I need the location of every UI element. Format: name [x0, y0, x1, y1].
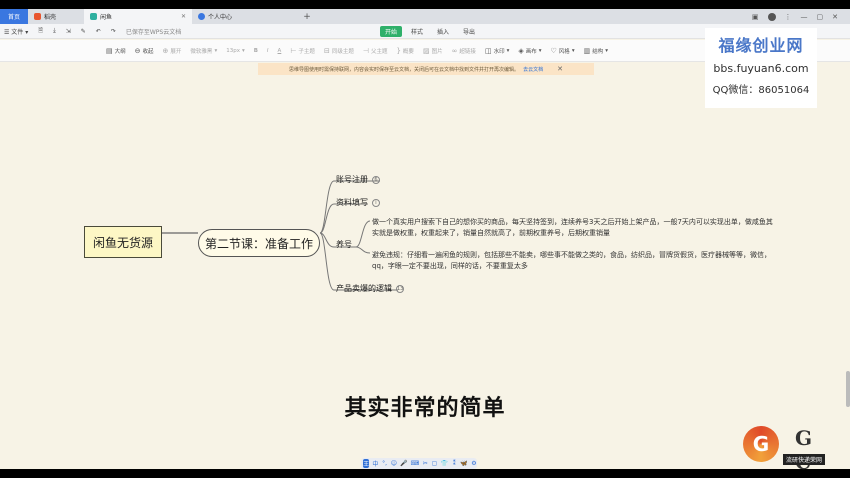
- paragraph-text: 做一个真实用户搜索下自己的想你买的商品，每天坚持签到，连续养号3天之后开始上架产…: [372, 218, 773, 237]
- branch-label: 养号: [336, 240, 352, 249]
- ime-box-icon[interactable]: ▢: [431, 460, 438, 467]
- ime-toolbar: 王 中 °, ☺ 🎤 ⌨ ✂ ▢ 👕 ⁑ 🦋 ⚙: [361, 458, 477, 469]
- child-count-badge[interactable]: 13: [396, 284, 404, 293]
- logo-tagline: 流研快递荣网: [783, 454, 826, 465]
- topic-avoid-violations[interactable]: 避免违规：仔细看一遍闲鱼的规则，包括那些不能卖，哪些事不能做之类的，食品，纺织品…: [372, 250, 776, 272]
- ime-mascot-icon[interactable]: 🦋: [460, 460, 467, 467]
- root-topic-label: 闲鱼无货源: [92, 235, 153, 250]
- root-topic[interactable]: 闲鱼无货源: [84, 226, 162, 258]
- ime-screenshot-icon[interactable]: ✂: [422, 460, 428, 467]
- branch-label: 账号注册: [336, 175, 368, 184]
- branch-account-nurture[interactable]: 养号: [336, 239, 352, 250]
- ime-skin-icon[interactable]: 👕: [441, 460, 448, 467]
- sub-topic[interactable]: 第二节课：准备工作: [198, 229, 320, 257]
- logo-letters: G C: [795, 426, 813, 474]
- ime-lang-icon[interactable]: 中: [372, 459, 378, 468]
- watermark-url: bbs.fuyuan6.com: [713, 62, 809, 75]
- ime-keyboard-icon[interactable]: ⌨: [410, 460, 419, 467]
- info-icon[interactable]: i: [372, 198, 380, 207]
- ime-grid-icon[interactable]: ⁑: [451, 460, 457, 467]
- ime-emoji-icon[interactable]: ☺: [391, 460, 397, 467]
- ime-voice-icon[interactable]: 🎤: [400, 460, 407, 467]
- ime-punct-icon[interactable]: °,: [381, 460, 387, 467]
- sub-topic-label: 第二节课：准备工作: [204, 236, 313, 251]
- topic-nurture-detail[interactable]: 做一个真实用户搜索下自己的想你买的商品，每天坚持签到，连续养号3天之后开始上架产…: [372, 217, 776, 239]
- watermark-title: 福缘创业网: [718, 36, 804, 55]
- child-count-badge[interactable]: 6: [372, 175, 380, 184]
- watermark-overlay: 福缘创业网 bbs.fuyuan6.com QQ微信：86051064: [705, 28, 817, 108]
- paragraph-text: 避免违规：仔细看一遍闲鱼的规则，包括那些不能卖，哪些事不能做之类的，食品，纺织品…: [372, 251, 771, 270]
- branch-account-register[interactable]: 账号注册 6: [336, 174, 380, 185]
- video-subtitle: 其实非常的简单: [344, 396, 506, 421]
- ime-logo-icon[interactable]: 王: [363, 459, 370, 468]
- branch-label: 资料填写: [336, 198, 368, 207]
- gc-logo-mark-icon: G: [743, 426, 779, 462]
- gc-logo: G G C 流研快递荣网: [743, 424, 826, 474]
- ime-settings-icon[interactable]: ⚙: [471, 460, 477, 467]
- watermark-contact: QQ微信：86051064: [712, 85, 810, 96]
- branch-profile-fill[interactable]: 资料填写 i: [336, 197, 380, 208]
- branch-label: 产品卖爆的逻辑: [336, 284, 392, 293]
- branch-bestseller-logic[interactable]: 产品卖爆的逻辑 13: [336, 283, 404, 294]
